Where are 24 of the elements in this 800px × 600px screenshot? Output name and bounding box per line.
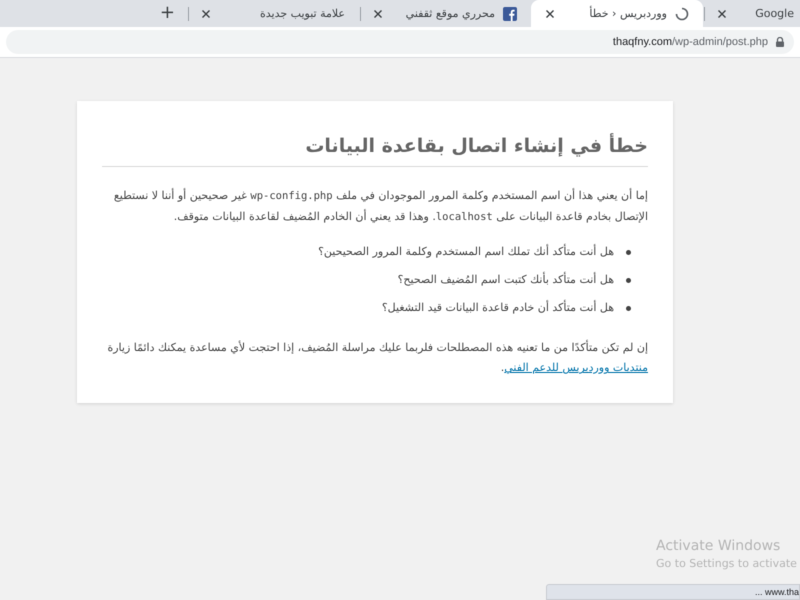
close-icon[interactable] xyxy=(374,10,382,18)
close-icon[interactable] xyxy=(202,10,210,18)
question-item: هل أنت متأكد أنك تملك اسم المستخدم وكلمة المرور الصحيحين؟ xyxy=(317,242,615,260)
question-item: هل أنت متأكد بأنك كتبت اسم المُضيف الصحيح؟ xyxy=(396,270,615,288)
loading-spinner-icon xyxy=(675,6,689,20)
close-icon[interactable] xyxy=(546,10,554,18)
facebook-icon xyxy=(503,6,517,20)
close-icon[interactable] xyxy=(718,10,726,18)
activation-title: Activate Windows xyxy=(656,538,782,554)
new-tab-button[interactable]: + xyxy=(148,2,187,25)
help-text: إن لم تكن متأكدًا من ما تعنيه هذه المصطلحات فلربما عليك مراسلة المُضيف، إذا احتجت لأي مساعدة يمكنك دائمًا زيارة منتديات ووردبريس للدعم الفني. xyxy=(106,338,648,376)
activation-text: Go to Settings to activate xyxy=(656,557,797,570)
status-bar: ... www.tha xyxy=(546,584,800,600)
browser-tab[interactable]: Google xyxy=(703,0,800,27)
browser-tab[interactable]: محرري موقع ثقفني xyxy=(359,0,531,27)
browser-tab[interactable]: ووردبريس ‹ خطأ xyxy=(531,0,703,27)
support-forum-link[interactable]: منتديات ووردبريس للدعم الفني xyxy=(504,361,648,374)
address-bar[interactable]: thaqfny.com/wp-admin/post.php xyxy=(6,30,794,54)
error-title: خطأ في إنشاء اتصال بقاعدة البيانات xyxy=(102,135,648,167)
question-item: هل أنت متأكد أن خادم قاعدة البيانات قيد التشغيل؟ xyxy=(380,298,615,316)
browser-tab[interactable]: علامة تبويب جديدة xyxy=(187,0,359,27)
bullet-icon xyxy=(626,278,631,283)
bullet-icon xyxy=(626,250,631,255)
bullet-icon xyxy=(626,306,631,311)
